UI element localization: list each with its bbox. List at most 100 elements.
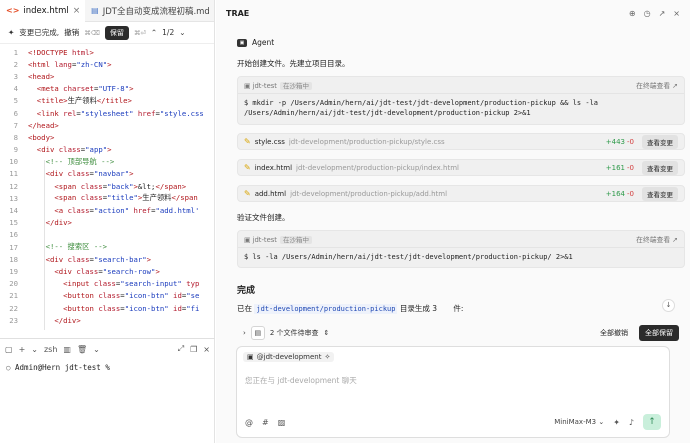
- line-number: 1: [13, 47, 18, 57]
- send-button[interactable]: ↑: [643, 414, 661, 430]
- deletions: -0: [627, 163, 634, 172]
- file-path: jdt-development/production-pickup/add.ht…: [290, 189, 448, 198]
- code-line[interactable]: 2 <html lang="zh-CN">: [0, 58, 215, 70]
- agent-icon: ▣: [237, 38, 247, 47]
- open-in-terminal-link[interactable]: 在终端查看 ↗: [636, 80, 678, 90]
- line-number: 20: [9, 279, 18, 289]
- undo-shortcut: ⌘⌫: [84, 28, 100, 37]
- document-icon[interactable]: ▤: [250, 325, 265, 340]
- line-source: <button class="icon-btn" id="fi: [63, 303, 200, 313]
- code-line[interactable]: 5 <title>生产领料</title>: [0, 95, 215, 107]
- line-number: 6: [13, 108, 18, 118]
- line-source: </div>: [45, 218, 72, 228]
- close-icon[interactable]: ×: [73, 6, 81, 16]
- code-line[interactable]: 10 <!-- 顶部导航 -->: [0, 156, 215, 168]
- terminal-prompt[interactable]: ○ Admin@Hern jdt-test %: [0, 359, 215, 376]
- tab-markdown[interactable]: ▤ JDT全自动变成流程初稿.md: [85, 0, 214, 22]
- tab-index-html[interactable]: <> index.html ×: [0, 0, 86, 22]
- line-source: <button class="icon-btn" id="se: [63, 291, 200, 301]
- markdown-file-icon: ▤: [91, 6, 99, 15]
- code-line[interactable]: 19 <div class="search-row">: [0, 265, 215, 277]
- code-line[interactable]: 14 <a class="action" href="add.html': [0, 204, 215, 216]
- code-line[interactable]: 7 </head>: [0, 119, 215, 131]
- undo-all-button[interactable]: 全部撤销: [600, 328, 628, 338]
- chevron-right-icon[interactable]: ›: [243, 329, 246, 337]
- code-line[interactable]: 3 <head>: [0, 70, 215, 82]
- pencil-icon: ✎: [244, 163, 251, 172]
- code-line[interactable]: 18 <div class="search-bar">: [0, 253, 215, 265]
- line-number: 16: [9, 230, 18, 240]
- line-number: 19: [9, 266, 18, 276]
- tab-label: JDT全自动变成流程初稿.md: [102, 6, 210, 17]
- line-number: 5: [13, 96, 18, 106]
- undo-button[interactable]: 撤销: [64, 27, 79, 38]
- file-change-add-html[interactable]: ✎ add.html jdt-development/production-pi…: [237, 185, 685, 202]
- history-icon[interactable]: ◷: [644, 9, 651, 18]
- agent-header: ▣ Agent: [237, 38, 274, 47]
- code-line[interactable]: 6 <link rel="stylesheet" href="style.css: [0, 107, 215, 119]
- hash-icon[interactable]: #: [262, 418, 269, 427]
- more-icon[interactable]: ⌄: [93, 345, 100, 354]
- chat-input-box[interactable]: ▣ @jdt-development ✧ 您正在与 jdt-developmen…: [236, 346, 670, 438]
- code-line[interactable]: 12 <span class="back">&lt;</span>: [0, 180, 215, 192]
- close-icon[interactable]: ×: [203, 345, 210, 354]
- scroll-down-icon[interactable]: ↓: [662, 299, 675, 312]
- model-selector[interactable]: MiniMax-M3 ⌄: [554, 418, 604, 426]
- chevron-down-icon[interactable]: ⌄: [179, 28, 185, 37]
- code-line[interactable]: 20 <input class="search-input" typ: [0, 278, 215, 290]
- image-icon[interactable]: ▨: [278, 418, 286, 427]
- code-line[interactable]: 8 <body>: [0, 131, 215, 143]
- split-icon[interactable]: ▥: [63, 345, 71, 354]
- maximize-icon[interactable]: ⤢: [178, 344, 184, 354]
- code-line[interactable]: 9 <div class="app">: [0, 144, 215, 156]
- panel-title: TRAE: [226, 8, 250, 18]
- code-line[interactable]: 22 <button class="icon-btn" id="fi: [0, 302, 215, 314]
- input-toolbar: @ # ▨ MiniMax-M3 ⌄ ✦ ♪ ↑: [245, 414, 661, 430]
- context-chip[interactable]: ▣ @jdt-development ✧: [243, 352, 335, 362]
- line-source: <div class="search-bar">: [45, 254, 152, 264]
- code-line[interactable]: 21 <button class="icon-btn" id="se: [0, 290, 215, 302]
- at-icon[interactable]: @: [245, 418, 253, 427]
- panel-header: TRAE ⊕ ◷ ↗ ×: [216, 0, 690, 26]
- view-changes-button[interactable]: 查看变更: [642, 134, 678, 149]
- file-change-style-css[interactable]: ✎ style.css jdt-development/production-p…: [237, 133, 685, 150]
- code-line[interactable]: 15 </div>: [0, 217, 215, 229]
- open-external-icon[interactable]: ↗: [659, 9, 666, 18]
- microphone-icon[interactable]: ♪: [629, 418, 634, 427]
- restore-icon[interactable]: ❐: [190, 345, 197, 354]
- changes-status: 变更已完成,: [19, 28, 60, 37]
- command-block: ▣ jdt-test 在沙箱中 在终端查看 ↗ $ mkdir -p /Users…: [237, 76, 685, 125]
- trash-icon[interactable]: 🗑: [77, 345, 87, 354]
- deletions: -0: [627, 189, 634, 198]
- indent-guide: [44, 160, 45, 330]
- code-line[interactable]: 11 <div class="navbar">: [0, 168, 215, 180]
- code-line[interactable]: 16: [0, 229, 215, 241]
- view-changes-button[interactable]: 查看变更: [642, 160, 678, 175]
- code-line[interactable]: 4 <meta charset="UTF-8">: [0, 83, 215, 95]
- chevron-up-icon[interactable]: ⌃: [151, 28, 157, 37]
- sandbox-badge: 在沙箱中: [279, 82, 312, 90]
- code-editor[interactable]: 1 <!DOCTYPE html> 2 <html lang="zh-CN"> 3 <he…: [0, 46, 215, 338]
- line-source: <!-- 顶部导航 -->: [45, 156, 115, 166]
- open-in-terminal-link[interactable]: 在终端查看 ↗: [636, 234, 678, 244]
- code-line[interactable]: 1 <!DOCTYPE html>: [0, 46, 215, 58]
- code-line[interactable]: 13 <span class="title">生产领料</span: [0, 192, 215, 204]
- sparkle-icon[interactable]: ✦: [613, 418, 620, 427]
- view-changes-button[interactable]: 查看变更: [642, 186, 678, 201]
- line-number: 15: [9, 218, 18, 228]
- terminal-icon: ▢: [5, 344, 13, 354]
- keep-all-button[interactable]: 全部保留: [639, 324, 679, 341]
- chevron-down-icon[interactable]: ⌄: [31, 345, 38, 354]
- line-number: 2: [13, 59, 18, 69]
- chat-placeholder: 您正在与 jdt-development 聊天: [245, 376, 357, 385]
- close-icon[interactable]: ×: [673, 9, 680, 18]
- pending-files[interactable]: 2 个文件待审查: [270, 328, 319, 338]
- add-chat-icon[interactable]: ⊕: [629, 9, 636, 18]
- chevron-updown-icon[interactable]: ⇕: [324, 329, 330, 337]
- keep-button[interactable]: 保留: [104, 25, 129, 40]
- project-path[interactable]: jdt-development/production-pickup: [254, 304, 398, 314]
- code-line[interactable]: 17 <!-- 搜索区 -->: [0, 241, 215, 253]
- add-terminal-icon[interactable]: +: [19, 345, 26, 354]
- file-change-index-html[interactable]: ✎ index.html jdt-development/production-…: [237, 159, 685, 176]
- code-line[interactable]: 23 </div>: [0, 314, 215, 326]
